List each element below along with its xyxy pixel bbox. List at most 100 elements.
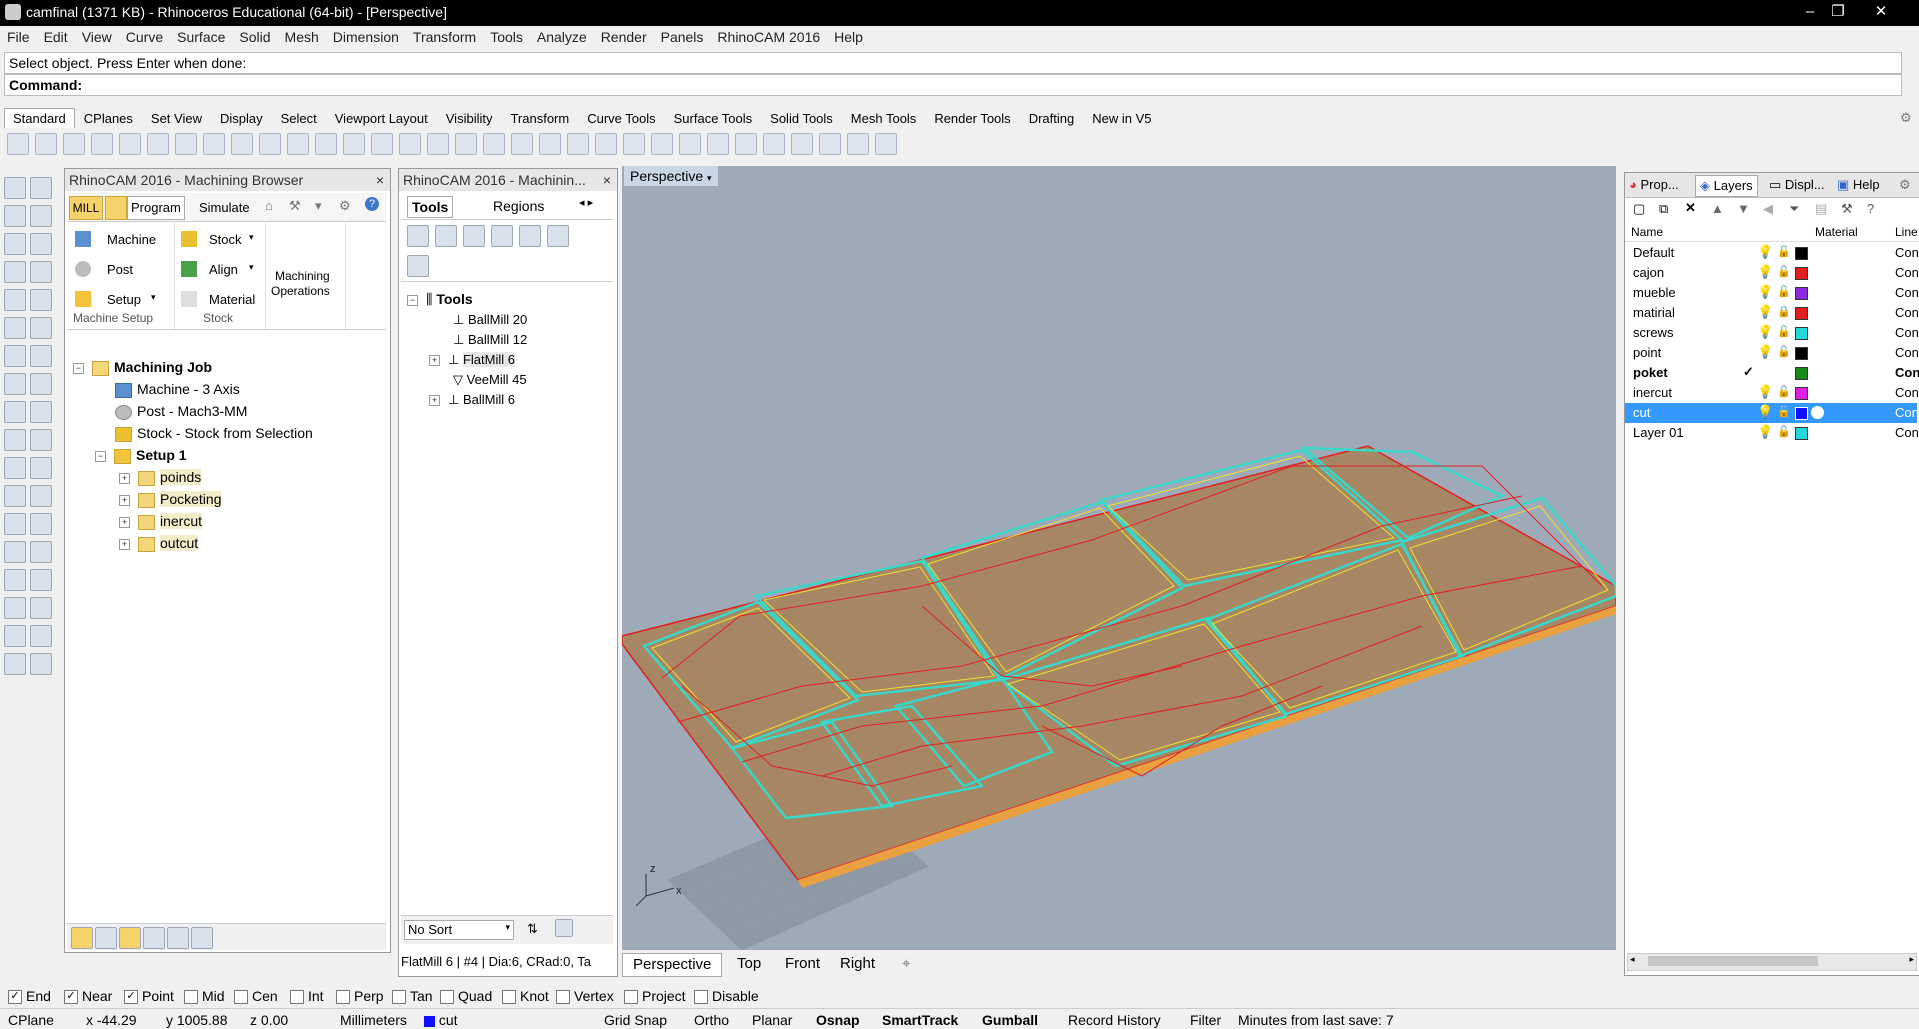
- light-bulb-icon[interactable]: 💡: [1757, 424, 1773, 440]
- checkbox-icon[interactable]: ✓: [124, 990, 138, 1005]
- join-icon[interactable]: [30, 429, 52, 451]
- new-sublayer-icon[interactable]: ⧉: [1659, 201, 1668, 217]
- color-wheel-icon[interactable]: [679, 133, 701, 155]
- checkbox-icon[interactable]: ✓: [8, 990, 22, 1005]
- layer-row-current[interactable]: poket ✓ Cont: [1625, 363, 1919, 383]
- toolpath-icon[interactable]: [143, 927, 165, 949]
- dimension-icon[interactable]: [847, 133, 869, 155]
- tab-tools[interactable]: Tools: [407, 196, 454, 218]
- fillet-icon[interactable]: [30, 289, 52, 311]
- tool-item[interactable]: ▽ VeeMill 45: [453, 372, 527, 388]
- checkbox-icon[interactable]: [624, 990, 638, 1005]
- panel-close-icon[interactable]: ×: [603, 169, 611, 191]
- tools-root-node[interactable]: − ⫼ Tools: [407, 291, 473, 308]
- sort-select[interactable]: No Sort ▾: [404, 920, 514, 940]
- tree-node-machining-job[interactable]: − Machining Job: [73, 359, 212, 376]
- close-icon[interactable]: ✕: [1866, 2, 1896, 22]
- mode-tab-program[interactable]: Program: [127, 196, 185, 220]
- light-icon[interactable]: [791, 133, 813, 155]
- move-up-icon[interactable]: ▲: [1711, 201, 1724, 216]
- osnap-tan[interactable]: Tan: [392, 988, 433, 1005]
- light-bulb-icon[interactable]: 💡: [1757, 384, 1773, 400]
- tool-item-selected[interactable]: + ⊥ FlatMill 6: [429, 352, 515, 368]
- layer-row[interactable]: Layer 01 💡 🔓 Cont: [1625, 423, 1919, 443]
- unlock-icon[interactable]: 🔓: [1777, 385, 1791, 398]
- layer-tools-icon[interactable]: ⚒: [1841, 201, 1853, 217]
- trim-icon[interactable]: [30, 401, 52, 423]
- osnap-near[interactable]: ✓ Near: [64, 988, 112, 1005]
- light-bulb-icon[interactable]: 💡: [1757, 284, 1773, 300]
- open-file-icon[interactable]: [35, 133, 57, 155]
- osnap-cen[interactable]: Cen: [234, 988, 278, 1005]
- light-bulb-icon[interactable]: 💡: [1757, 304, 1773, 320]
- units-indicator[interactable]: Millimeters: [340, 1012, 407, 1028]
- sphere-icon[interactable]: [30, 345, 52, 367]
- tree-node-folder[interactable]: + poinds: [119, 469, 202, 486]
- create-tool-icon[interactable]: [407, 225, 429, 247]
- layer-icon[interactable]: [651, 133, 673, 155]
- new-file-icon[interactable]: [7, 133, 29, 155]
- circle-icon[interactable]: [4, 233, 26, 255]
- array-icon[interactable]: [4, 597, 26, 619]
- hammer-icon[interactable]: ⚒: [289, 198, 301, 214]
- checkbox-icon[interactable]: [184, 990, 198, 1005]
- grid-icon[interactable]: [30, 569, 52, 591]
- cylinder-icon[interactable]: [4, 373, 26, 395]
- tab-curve-tools[interactable]: Curve Tools: [578, 108, 664, 129]
- tool-library-icon[interactable]: [519, 225, 541, 247]
- tab-top[interactable]: Top: [727, 953, 771, 975]
- grid-snap-toggle[interactable]: Grid Snap: [604, 1012, 667, 1028]
- mode-tab-simulate[interactable]: Simulate: [199, 198, 250, 218]
- osnap-point[interactable]: ✓ Point: [124, 988, 174, 1005]
- light-bulb-icon[interactable]: 💡: [1757, 344, 1773, 360]
- osnap-quad[interactable]: Quad: [440, 988, 492, 1005]
- add-viewport-icon[interactable]: ⌖: [892, 953, 920, 975]
- rotate-view-icon[interactable]: [287, 133, 309, 155]
- osnap-toggle[interactable]: Osnap: [816, 1012, 860, 1028]
- align-button[interactable]: Align: [209, 262, 238, 277]
- tab-select[interactable]: Select: [272, 108, 326, 129]
- info-icon[interactable]: [191, 927, 213, 949]
- unlock-icon[interactable]: 🔓: [1777, 265, 1791, 278]
- material-swatch[interactable]: [1811, 406, 1824, 419]
- light-bulb-icon[interactable]: [595, 133, 617, 155]
- checkbox-icon[interactable]: [440, 990, 454, 1005]
- menu-rhinocam[interactable]: RhinoCAM 2016: [710, 26, 827, 48]
- tab-transform[interactable]: Transform: [501, 108, 578, 129]
- osnap-knot[interactable]: Knot: [502, 988, 549, 1005]
- layer-color-swatch[interactable]: [1795, 267, 1808, 280]
- tree-node-folder[interactable]: + Pocketing: [119, 491, 222, 508]
- cplane-indicator[interactable]: CPlane: [8, 1012, 54, 1028]
- layers-horizontal-scrollbar[interactable]: ◂ ▸: [1627, 953, 1917, 971]
- stock-dropdown-icon[interactable]: ▾: [249, 232, 254, 243]
- menu-analyze[interactable]: Analyze: [530, 26, 594, 48]
- command-line[interactable]: Command:: [4, 74, 1902, 96]
- tree-node-post[interactable]: Post - Mach3-MM: [115, 403, 247, 420]
- tab-help[interactable]: ▣ Help: [1837, 177, 1880, 193]
- tab-display[interactable]: ▭ Displ...: [1769, 177, 1825, 193]
- cage-icon[interactable]: [4, 625, 26, 647]
- tab-set-view[interactable]: Set View: [142, 108, 211, 129]
- menu-curve[interactable]: Curve: [119, 26, 170, 48]
- tool-item[interactable]: ⊥ BallMill 20: [453, 312, 527, 328]
- polygon-icon[interactable]: [4, 289, 26, 311]
- tab-render-tools[interactable]: Render Tools: [925, 108, 1019, 129]
- help-icon[interactable]: [875, 133, 897, 155]
- tab-front[interactable]: Front: [775, 953, 830, 975]
- lock-icon[interactable]: [623, 133, 645, 155]
- menu-file[interactable]: File: [0, 26, 37, 48]
- tab-drafting[interactable]: Drafting: [1020, 108, 1084, 129]
- layer-row[interactable]: mueble 💡 🔓 Cont: [1625, 283, 1919, 303]
- unlock-icon[interactable]: 🔓: [1777, 345, 1791, 358]
- light-bulb-icon[interactable]: 💡: [1757, 404, 1773, 420]
- menu-dimension[interactable]: Dimension: [326, 26, 406, 48]
- checkbox-icon[interactable]: [502, 990, 516, 1005]
- menu-surface[interactable]: Surface: [170, 26, 232, 48]
- menu-mesh[interactable]: Mesh: [278, 26, 326, 48]
- copy-icon[interactable]: [175, 133, 197, 155]
- layer-color-swatch[interactable]: [1795, 407, 1808, 420]
- tool-item[interactable]: + ⊥ BallMill 6: [429, 392, 515, 408]
- osnap-end[interactable]: ✓ End: [8, 988, 51, 1005]
- checkbox-icon[interactable]: [290, 990, 304, 1005]
- hide-icon[interactable]: [4, 653, 26, 675]
